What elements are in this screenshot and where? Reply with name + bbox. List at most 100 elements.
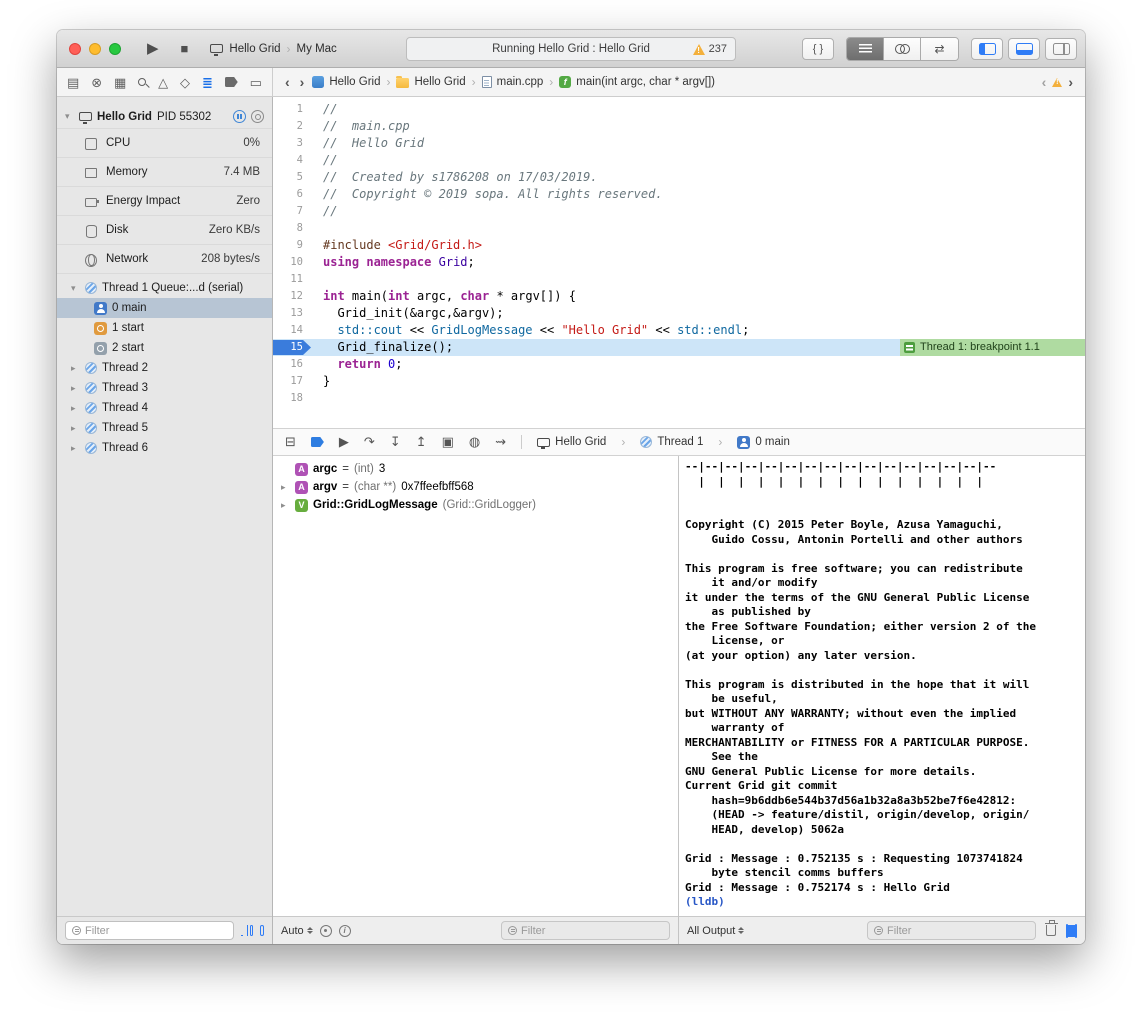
toggle-console-view-button[interactable] (1075, 925, 1077, 937)
line-number[interactable]: 10 (273, 254, 311, 271)
process-row[interactable]: ▾ Hello Grid PID 55302 (57, 105, 272, 129)
code-line-text[interactable]: // (311, 152, 1085, 169)
filter-input[interactable] (521, 925, 663, 937)
code-line-text[interactable]: using namespace Grid; (311, 254, 1085, 271)
version-editor-button[interactable]: ⇄ (921, 38, 958, 60)
run-button[interactable]: ▶ (147, 41, 159, 56)
disclosure-triangle-icon[interactable]: ▸ (71, 383, 80, 394)
navigator-tab-source-control[interactable]: ⊗ (91, 76, 102, 89)
pause-process-button[interactable] (233, 110, 246, 123)
navigator-tab-report[interactable]: ▭ (250, 76, 262, 89)
variable-row[interactable]: Aargc=(int)3 (273, 460, 678, 478)
clear-console-button[interactable] (1046, 925, 1056, 936)
code-line-text[interactable]: // (311, 101, 1085, 118)
jumpbar-crumb-file[interactable]: main.cpp (482, 76, 544, 88)
variables-filter[interactable] (501, 921, 670, 940)
stack-frame-row[interactable]: 2 start (57, 338, 272, 358)
braces-button[interactable]: { } (802, 38, 834, 60)
line-number[interactable]: 4 (273, 152, 311, 169)
variables-view[interactable]: Aargc=(int)3▸Aargv=(char **)0x7ffeefbff5… (273, 456, 678, 916)
line-number[interactable]: 3 (273, 135, 311, 152)
next-issue-button[interactable]: › (1066, 74, 1075, 90)
thread-row[interactable]: ▸Thread 5 (57, 418, 272, 438)
debug-crumb-process[interactable]: Hello Grid (537, 436, 606, 448)
line-number[interactable]: 9 (273, 237, 311, 254)
thread-row[interactable]: ▸Thread 3 (57, 378, 272, 398)
jumpbar-crumb-project[interactable]: Hello Grid (312, 76, 380, 88)
back-button[interactable]: ‹ (283, 74, 292, 90)
navigator-tab-symbol[interactable]: ▦ (114, 76, 126, 89)
code-line-text[interactable] (311, 220, 1085, 237)
thread-row[interactable]: ▸Thread 2 (57, 358, 272, 378)
quicklook-icon[interactable] (320, 925, 332, 937)
scheme-chooser[interactable]: Hello Grid › My Mac (210, 42, 336, 56)
assistant-editor-button[interactable] (884, 38, 921, 60)
code-line-text[interactable]: // Created by s1786208 on 17/03/2019. (311, 169, 1085, 186)
debug-view-hierarchy-button[interactable]: ▣ (442, 434, 454, 450)
show-running-threads-button[interactable] (250, 925, 254, 936)
step-into-button[interactable]: ↧ (390, 434, 401, 450)
code-line-text[interactable] (311, 271, 1085, 288)
line-number[interactable]: 13 (273, 305, 311, 322)
info-icon[interactable]: i (339, 925, 351, 937)
thread-row[interactable]: ▾Thread 1 Queue:...d (serial) (57, 278, 272, 298)
disclosure-triangle-icon[interactable]: ▸ (71, 443, 80, 454)
navigator-tab-breakpoint[interactable] (225, 77, 238, 87)
line-number[interactable]: 12 (273, 288, 311, 305)
forward-button[interactable]: › (298, 74, 307, 90)
thread-row[interactable]: ▸Thread 6 (57, 438, 272, 458)
source-editor[interactable]: 1//2// main.cpp3// Hello Grid4//5// Crea… (273, 97, 1085, 428)
toggle-debug-area-button[interactable] (1008, 38, 1040, 60)
toggle-inspector-button[interactable] (1045, 38, 1077, 60)
debug-navigator-list[interactable]: ▾ Hello Grid PID 55302 CPU 0% Mem (57, 97, 272, 916)
view-mode-button[interactable] (260, 925, 264, 936)
warning-icon[interactable] (1052, 78, 1062, 87)
stack-frame-row[interactable]: 0 main (57, 298, 272, 318)
memory-graph-button[interactable]: ◍ (469, 434, 480, 450)
titlebar[interactable]: ▶ ■ Hello Grid › My Mac Running Hello Gr… (57, 30, 1085, 68)
code-line-text[interactable]: #include <Grid/Grid.h> (311, 237, 1085, 254)
disclosure-triangle-icon[interactable]: ▸ (281, 500, 290, 511)
scheme-destination[interactable]: My Mac (297, 43, 337, 55)
filter-input[interactable] (887, 925, 1029, 937)
disclosure-triangle-icon[interactable]: ▸ (71, 403, 80, 414)
console-view[interactable]: --|--|--|--|--|--|--|--|--|--|--|--|--|-… (679, 456, 1085, 916)
gauge-row-disk[interactable]: Disk Zero KB/s (57, 216, 272, 245)
show-frames-of-interest-button[interactable] (241, 925, 243, 936)
line-number[interactable]: 2 (273, 118, 311, 135)
lldb-prompt[interactable]: (lldb) (685, 895, 731, 908)
breakpoints-toggle-button[interactable] (311, 437, 324, 447)
jumpbar-crumb-symbol[interactable]: fmain(int argc, char * argv[]) (559, 76, 715, 88)
continue-button[interactable]: ▶ (339, 434, 349, 450)
breakpoint-annotation[interactable]: Thread 1: breakpoint 1.1 (900, 339, 1085, 356)
code-line-text[interactable]: Grid_init(&argc,&argv); (311, 305, 1085, 322)
minimize-button[interactable] (89, 43, 101, 55)
code-line-text[interactable]: // (311, 203, 1085, 220)
simulate-location-button[interactable]: ⇝ (495, 434, 506, 450)
debug-crumb-frame[interactable]: 0 main (737, 436, 790, 449)
debug-crumb-thread[interactable]: Thread 1 (640, 436, 703, 448)
output-selector[interactable]: All Output (687, 925, 744, 937)
stack-frame-row[interactable]: 1 start (57, 318, 272, 338)
code-line-text[interactable]: int main(int argc, char * argv[]) { (311, 288, 1085, 305)
previous-issue-button[interactable]: ‹ (1040, 74, 1049, 90)
variable-row[interactable]: ▸VGrid::GridLogMessage(Grid::GridLogger) (273, 496, 678, 514)
code-line-text[interactable]: std::cout << GridLogMessage << "Hello Gr… (311, 322, 1085, 339)
line-number[interactable]: 5 (273, 169, 311, 186)
line-number[interactable]: 16 (273, 356, 311, 373)
process-view-options-button[interactable] (251, 110, 264, 123)
stop-button[interactable]: ■ (181, 42, 189, 55)
gauge-row-network[interactable]: Network 208 bytes/s (57, 245, 272, 274)
code-line-text[interactable]: // Hello Grid (311, 135, 1085, 152)
standard-editor-button[interactable] (847, 38, 884, 60)
toggle-variables-view-button[interactable] (1066, 925, 1068, 937)
line-number[interactable]: 7 (273, 203, 311, 220)
gauge-row-cpu[interactable]: CPU 0% (57, 129, 272, 158)
line-number[interactable]: 14 (273, 322, 311, 339)
step-over-button[interactable]: ↷ (364, 434, 375, 450)
scheme-target[interactable]: Hello Grid (229, 43, 280, 55)
line-number[interactable]: 18 (273, 390, 311, 407)
navigator-tab-test[interactable]: ◇ (180, 76, 190, 89)
code-line-text[interactable]: // Copyright © 2019 sopa. All rights res… (311, 186, 1085, 203)
code-line-text[interactable]: } (311, 373, 1085, 390)
